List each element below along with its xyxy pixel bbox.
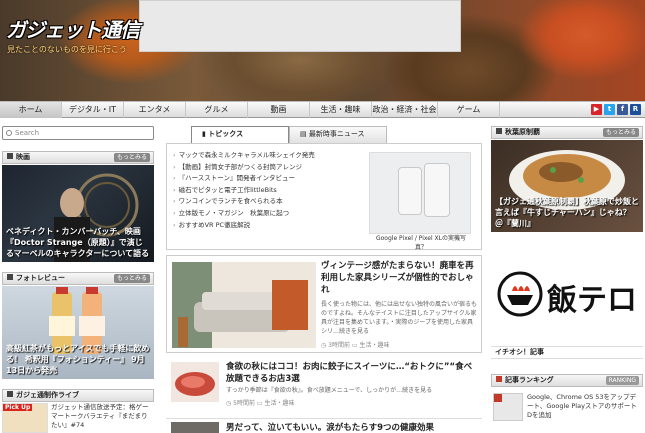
nav-item-digital[interactable]: デジタル・IT — [62, 102, 124, 118]
topic-link[interactable]: おすすめVR PC徹底解説 — [173, 220, 315, 232]
photo-more-button[interactable]: もっとみる — [113, 274, 150, 283]
main-nav: ホーム デジタル・IT エンタメ グルメ 動画 生活・趣味 政治・経済・社会 ゲ… — [0, 101, 645, 118]
movie-feature-image[interactable]: ベネディクト・カンバーバッチ、映画『Doctor Strange（原題）』で演じ… — [2, 165, 154, 262]
nav-item-video[interactable]: 動画 — [248, 102, 310, 118]
ranking-panel-header: 記事ランキング RANKING — [491, 374, 643, 387]
article-card[interactable]: ヴィンテージ感がたまらない！廃車を再利用した家具シリーズが個性的でおしゃれ 長く… — [166, 255, 482, 353]
topics-panel: マックで森永ミルクキャラメル味シェイク発売 【動画】封筒女子部がつくる封筒アレン… — [166, 143, 482, 251]
pixel-photo[interactable] — [369, 152, 471, 234]
nav-item-home[interactable]: ホーム — [0, 102, 62, 118]
akiba-panel-title: 秋葉原制覇 — [505, 128, 540, 136]
movie-panel-title: 映画 — [16, 153, 30, 161]
site-logo[interactable]: ガジェット通信 — [6, 14, 140, 43]
nav-item-gourmet[interactable]: グルメ — [186, 102, 248, 118]
article-title[interactable]: 食欲の秋にはココ！お肉に餃子にスイーツに…“おトクに”“食べ放題できるお店3選 — [226, 361, 476, 385]
article-category[interactable]: 生活・趣味 — [264, 400, 294, 407]
photo-feature-image[interactable]: 高級紅茶がもっとアイスでも手軽に飲める！ 希釈用『フォションティー』 9月13日… — [2, 286, 154, 379]
ranking-panel-title: 記事ランキング — [505, 376, 554, 384]
site-tagline: 見たことのないものを見に行こう — [7, 45, 127, 54]
square-bullet-icon — [7, 153, 13, 159]
movie-caption: ベネディクト・カンバーバッチ、映画『Doctor Strange（原題）』で演じ… — [6, 227, 150, 258]
live-thumbnail: Pick Up — [2, 403, 48, 433]
ranking-text: Google、Chrome OS 53をアップデート、Google Playスト… — [527, 393, 637, 419]
phone-shape — [424, 163, 450, 217]
akiba-caption: 【ガジェ通秋葉原制覇】秋葉原で炒飯と言えば『牛すじチャーハン』じゃね？ ＠『蘭川… — [495, 197, 639, 228]
tab-topics[interactable]: ▮ トピックス — [191, 126, 289, 143]
live-panel-title: ガジェ通制作ライブ — [16, 391, 79, 399]
article-card[interactable]: 男だって、泣いてもいい。涙がもたらす9つの健康効果 — [166, 418, 482, 433]
article-category[interactable]: 生活・趣味 — [359, 342, 389, 349]
live-panel-header: ガジェ通制作ライブ — [2, 389, 154, 402]
news-icon: ▤ — [300, 130, 309, 138]
square-bullet-icon — [496, 376, 502, 382]
meshi-tero-banner[interactable]: 飯テロ — [491, 255, 643, 337]
pickup-badge: Pick Up — [3, 404, 33, 411]
tab-news-label: 最新時事ニュース — [308, 130, 365, 138]
page-root: ガジェット通信 見たことのないものを見に行こう ホーム デジタル・IT エンタメ… — [0, 0, 645, 433]
pickup-panel-header: イチオシ！記事 — [491, 346, 643, 359]
article-summary: 長く使った物には、他には出せない独特の風合いが宿るものですよね。そんなテイストに… — [321, 301, 478, 335]
nav-item-life[interactable]: 生活・趣味 — [310, 102, 372, 118]
topics-list: マックで森永ミルクキャラメル味シェイク発売 【動画】封筒女子部がつくる封筒アレン… — [173, 150, 315, 231]
live-item[interactable]: Pick Up ガジェット通信放送予定：格ゲーマートークバラエティ『まだまりたい… — [2, 403, 154, 433]
article-title[interactable]: ヴィンテージ感がたまらない！廃車を再利用した家具シリーズが個性的でおしゃれ — [321, 260, 477, 296]
article-time: 5時間前 — [233, 400, 255, 407]
photo-panel-title: フォトレビュー — [16, 274, 65, 282]
article-meta: ◷ 5時間前 ▭ 生活・趣味 — [226, 398, 295, 407]
topic-link[interactable]: 磁石でピタッと電子工作littleBits — [173, 185, 315, 197]
twitter-icon[interactable]: t — [604, 104, 615, 115]
pickup-panel-title: イチオシ！記事 — [495, 348, 544, 356]
rank-badge-icon — [494, 394, 502, 402]
square-bullet-icon — [7, 274, 13, 280]
center-tabs: ▮ トピックス ▤ 最新時事ニュース — [191, 126, 387, 143]
youtube-icon[interactable]: ▶ — [591, 104, 602, 115]
ranking-item[interactable]: Google、Chrome OS 53をアップデート、Google Playスト… — [491, 389, 643, 433]
live-text: ガジェット通信放送予定：格ゲーマートークバラエティ『まだまりたい』#74 — [51, 403, 149, 429]
nav-item-politics[interactable]: 政治・経済・社会 — [372, 102, 438, 118]
article-summary: すっかり季節は『食欲の秋』。食べ放題メニューで、しっかりが…続きを見る — [226, 387, 433, 394]
square-bullet-icon — [7, 391, 13, 397]
search-icon — [6, 130, 12, 136]
search-input[interactable]: Search — [2, 126, 154, 140]
article-thumbnail — [171, 362, 219, 402]
search-placeholder: Search — [15, 129, 40, 137]
movie-panel-header: 映画 もっとみる — [2, 151, 154, 164]
rss-icon[interactable]: R — [630, 104, 641, 115]
photo-panel-header: フォトレビュー もっとみる — [2, 272, 154, 285]
photo-caption: 高級紅茶がもっとアイスでも手軽に飲める！ 希釈用『フォションティー』 9月13日… — [6, 344, 150, 375]
article-time: 3時間前 — [328, 342, 350, 349]
akiba-panel-header: 秋葉原制覇 もっとみる — [491, 126, 643, 139]
phone-shape — [398, 167, 422, 215]
nav-item-game[interactable]: ゲーム — [438, 102, 500, 118]
topic-link[interactable]: ワンコインでランチを食べられる本 — [173, 196, 315, 208]
ranking-badge: RANKING — [605, 376, 639, 385]
square-bullet-icon — [496, 128, 502, 134]
bowl-icon — [497, 271, 543, 317]
article-title[interactable]: 男だって、泣いてもいい。涙がもたらす9つの健康効果 — [226, 422, 476, 433]
nav-item-entame[interactable]: エンタメ — [124, 102, 186, 118]
article-card[interactable]: 食欲の秋にはココ！お肉に餃子にスイーツに…“おトクに”“食べ放題できるお店3選 … — [166, 356, 482, 414]
movie-more-button[interactable]: もっとみる — [113, 153, 150, 162]
tab-latest-news[interactable]: ▤ 最新時事ニュース — [289, 126, 387, 143]
topic-link[interactable]: 『ハースストーン』開発者インタビュー — [173, 173, 315, 185]
ad-banner[interactable] — [139, 0, 461, 52]
meshi-tero-logo: 飯テロ — [547, 283, 637, 318]
header-banner: ガジェット通信 見たことのないものを見に行こう — [0, 0, 645, 101]
akiba-feature-image[interactable]: 【ガジェ通秋葉原制覇】秋葉原で炒飯と言えば『牛すじチャーハン』じゃね？ ＠『蘭川… — [491, 140, 643, 232]
tab-topics-label: トピックス — [208, 130, 244, 138]
article-thumbnail — [172, 262, 316, 348]
article-thumbnail — [171, 422, 219, 433]
topic-link[interactable]: 【動画】封筒女子部がつくる封筒アレンジ — [173, 162, 315, 174]
facebook-icon[interactable]: f — [617, 104, 628, 115]
akiba-more-button[interactable]: もっとみる — [602, 128, 639, 137]
ranking-thumbnail — [493, 393, 523, 421]
pixel-photo-caption: Google Pixel / Pixel XLの実機写真？ — [375, 235, 467, 251]
article-meta: ◷ 3時間前 ▭ 生活・趣味 — [321, 340, 390, 349]
social-links: ▶ t f R — [591, 104, 641, 115]
topic-link[interactable]: マックで森永ミルクキャラメル味シェイク発売 — [173, 150, 315, 162]
topic-link[interactable]: 立体版モノ・マガジン 秋葉原に起つ — [173, 208, 315, 220]
